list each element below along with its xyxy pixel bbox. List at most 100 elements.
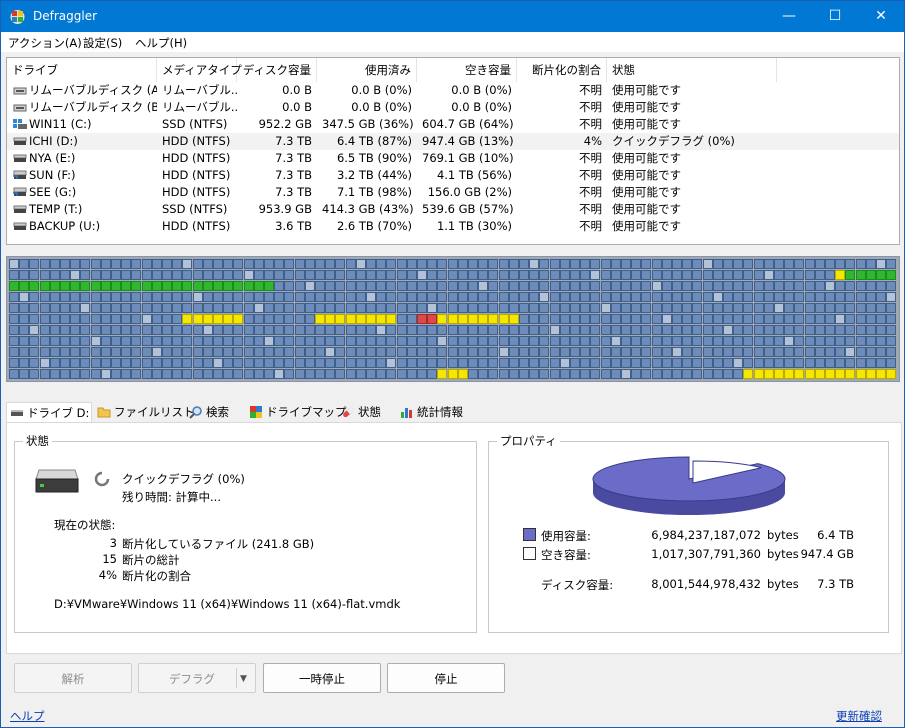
col-capacity[interactable]: ディスク容量 — [237, 58, 317, 82]
drive-row[interactable]: SUN (F:) HDD (NTFS) 7.3 TB 3.2 TB (44%) 4.1 … — [7, 167, 899, 184]
drive-cell-used: 6.5 TB (90%) — [336, 151, 412, 165]
map-block — [151, 347, 162, 357]
map-block — [559, 259, 570, 269]
map-block — [468, 358, 478, 368]
map-block — [60, 270, 70, 280]
map-block — [865, 314, 876, 324]
drive-cell-used: 0.0 B (0%) — [351, 100, 412, 114]
map-block — [508, 303, 519, 313]
map-block — [253, 336, 264, 346]
map-block — [437, 369, 448, 379]
drive-row[interactable]: WIN11 (C:) SSD (NTFS) 952.2 GB 347.5 GB (36… — [7, 116, 899, 133]
tab-health[interactable]: 状態 — [338, 402, 390, 422]
tab-search[interactable]: 検索 — [186, 402, 244, 422]
map-block — [264, 270, 274, 280]
map-block — [213, 303, 223, 313]
map-block — [692, 303, 703, 313]
map-block — [202, 314, 213, 324]
drive-cell-name: TEMP (T:) — [29, 202, 83, 216]
map-block — [223, 314, 234, 324]
drive-cell-free: 769.1 GB (10%) — [422, 151, 514, 165]
map-block — [447, 314, 458, 324]
map-block — [39, 303, 50, 313]
map-block — [386, 292, 397, 302]
menu-help[interactable]: ヘルプ(H) — [135, 35, 187, 51]
drive-row[interactable]: BACKUP (U:) HDD (NTFS) 3.6 TB 2.6 TB (70%) 1… — [7, 218, 899, 235]
map-block — [90, 369, 101, 379]
map-block — [151, 358, 162, 368]
map-block — [794, 281, 805, 291]
map-block — [202, 259, 213, 269]
map-block — [621, 347, 631, 357]
map-block — [325, 314, 336, 324]
map-block — [733, 336, 744, 346]
pause-button[interactable]: 一時停止 — [263, 663, 381, 693]
map-block — [427, 347, 438, 357]
map-block — [335, 314, 346, 324]
map-block — [743, 358, 754, 368]
map-block — [141, 369, 152, 379]
map-block — [733, 314, 744, 324]
map-block — [141, 347, 152, 357]
close-button[interactable]: ✕ — [858, 1, 904, 32]
current-state-heading: 現在の状態: — [54, 518, 116, 532]
map-block — [529, 336, 540, 346]
menu-settings[interactable]: 設定(S) — [83, 35, 122, 51]
map-block — [733, 347, 744, 357]
check-update-link[interactable]: 更新確認 — [836, 708, 882, 724]
drive-map[interactable] — [6, 256, 900, 382]
map-block — [702, 369, 713, 379]
minimize-button[interactable]: — — [766, 1, 812, 32]
drive-row[interactable]: リムーバブルディスク (B:) リムーバブル... 0.0 B 0.0 B (0%) 0… — [7, 99, 899, 116]
tab-statistics[interactable]: 統計情報 — [397, 402, 475, 422]
free-short: 947.4 GB — [800, 547, 854, 561]
help-link[interactable]: ヘルプ — [10, 708, 45, 724]
chevron-down-icon[interactable]: ▼ — [240, 664, 247, 694]
maximize-button[interactable]: ☐ — [812, 1, 858, 32]
map-block — [223, 358, 234, 368]
map-block — [9, 259, 19, 269]
tab-drive[interactable]: ドライブ D: — [6, 402, 92, 423]
map-block — [274, 259, 285, 269]
map-block — [223, 325, 234, 335]
drive-cell-status: 使用可能です — [612, 185, 681, 199]
drive-cell-used: 6.4 TB (87%) — [336, 134, 412, 148]
map-block — [559, 369, 570, 379]
tab-file-list[interactable]: ファイルリスト — [94, 402, 195, 422]
map-block — [794, 292, 805, 302]
map-block — [447, 347, 458, 357]
drive-row[interactable]: SEE (G:) HDD (NTFS) 7.3 TB 7.1 TB (98%) 156.… — [7, 184, 899, 201]
drive-row[interactable]: TEMP (T:) SSD (NTFS) 953.9 GB 414.3 GB (43%… — [7, 201, 899, 218]
map-block — [39, 358, 50, 368]
stop-button[interactable]: 停止 — [387, 663, 505, 693]
drive-row[interactable]: リムーバブルディスク (A:) リムーバブル... 0.0 B 0.0 B (0%) 0… — [7, 82, 899, 99]
map-block — [39, 325, 50, 335]
drive-cell-used: 0.0 B (0%) — [351, 83, 412, 97]
map-block — [559, 270, 570, 280]
map-block — [202, 369, 213, 379]
drive-row[interactable]: NYA (E:) HDD (NTFS) 7.3 TB 6.5 TB (90%) 769.… — [7, 150, 899, 167]
defrag-button[interactable]: デフラグ ▼ — [138, 663, 256, 693]
map-block — [529, 270, 540, 280]
col-status[interactable]: 状態 — [607, 58, 777, 82]
col-media-type[interactable]: メディアタイプ — [157, 58, 242, 82]
tab-drive-map[interactable]: ドライブマップ — [246, 402, 347, 422]
col-fragmentation[interactable]: 断片化の割合 — [517, 58, 607, 82]
map-block — [508, 325, 519, 335]
menu-action[interactable]: アクション(A) — [8, 35, 82, 51]
drive-list[interactable]: ドライブ メディアタイプ ディスク容量 使用済み 空き容量 断片化の割合 状態 … — [6, 57, 900, 245]
map-block — [661, 292, 672, 302]
drive-cell-used: 3.2 TB (44%) — [336, 168, 412, 182]
map-block — [641, 347, 652, 357]
maximize-icon: ☐ — [828, 8, 842, 24]
col-used[interactable]: 使用済み — [317, 58, 417, 82]
map-block — [763, 347, 774, 357]
col-free[interactable]: 空き容量 — [417, 58, 517, 82]
map-block — [774, 292, 784, 302]
map-block — [192, 358, 203, 368]
map-block — [162, 281, 172, 291]
drive-row[interactable]: ICHI (D:) HDD (NTFS) 7.3 TB 6.4 TB (87%) 947… — [7, 133, 899, 150]
map-block — [162, 325, 172, 335]
col-drive[interactable]: ドライブ — [7, 58, 157, 82]
analyze-button[interactable]: 解析 — [14, 663, 132, 693]
